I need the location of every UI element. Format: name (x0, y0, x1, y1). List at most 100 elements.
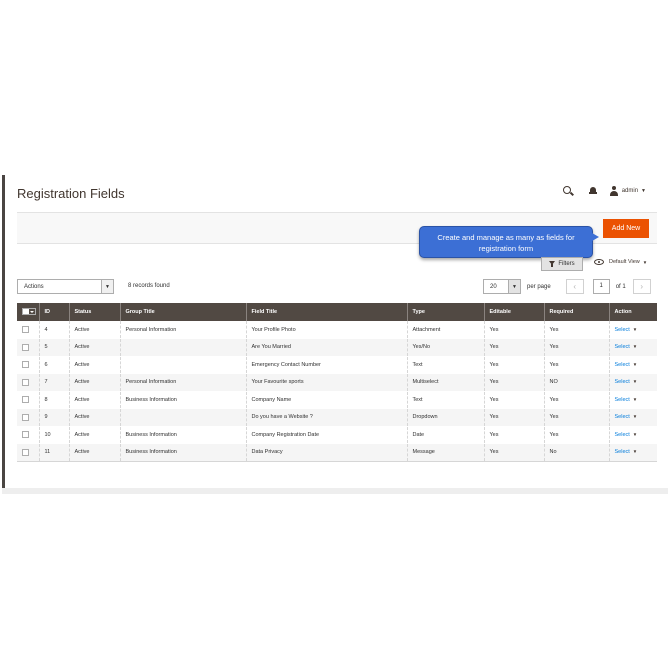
table-row: 10 Active Business Information Company R… (17, 426, 657, 444)
header-actions: admin ▼ (562, 185, 646, 197)
row-action-select[interactable]: Select ▼ (615, 449, 638, 455)
row-action-select[interactable]: Select ▼ (615, 362, 638, 368)
column-header-id[interactable]: ID (39, 303, 70, 321)
filters-button[interactable]: Filters (541, 257, 583, 271)
row-checkbox-cell (17, 338, 40, 357)
cell-action: Select ▼ (609, 321, 657, 339)
add-new-button[interactable]: Add New (603, 219, 649, 238)
page-title: Registration Fields (17, 186, 125, 201)
row-checkbox[interactable] (22, 396, 29, 404)
column-header-select[interactable] (17, 303, 40, 321)
registration-fields-grid: ID Status Group Title Field Title Type E… (17, 303, 657, 462)
table-row: 7 Active Personal Information Your Favou… (17, 373, 657, 392)
mass-select-checkbox[interactable] (22, 308, 36, 315)
cell-action: Select ▼ (609, 373, 657, 392)
table-row: 8 Active Business Information Company Na… (17, 391, 657, 409)
column-header-field-title[interactable]: Field Title (246, 303, 408, 321)
chevron-down-icon: ▼ (632, 414, 638, 420)
table-row: 4 Active Personal Information Your Profi… (17, 321, 657, 339)
filters-label: Filters (558, 261, 575, 267)
row-action-label: Select (614, 449, 630, 456)
cell-type: Yes/No (407, 338, 485, 357)
column-header-group-title[interactable]: Group Title (120, 303, 247, 321)
next-page-button[interactable]: › (632, 279, 651, 294)
row-action-label: Select (614, 361, 630, 368)
cell-status: Active (69, 356, 121, 374)
cell-action: Select ▼ (609, 338, 657, 357)
cell-group-title (120, 408, 247, 427)
cell-action: Select ▼ (609, 391, 657, 409)
row-action-select[interactable]: Select ▼ (615, 379, 638, 385)
row-checkbox[interactable] (22, 431, 29, 439)
cell-field-title: Do you have a Website ? (246, 408, 408, 427)
row-checkbox-cell (17, 373, 40, 392)
bell-icon[interactable] (588, 186, 598, 197)
row-checkbox[interactable] (22, 361, 29, 369)
chevron-down-icon: ▼ (641, 188, 646, 194)
view-switcher[interactable]: Default View ▼ (594, 259, 647, 265)
row-action-label: Select (614, 344, 630, 351)
row-action-select[interactable]: Select ▼ (615, 414, 638, 420)
cell-status: Active (69, 321, 121, 339)
row-checkbox[interactable] (22, 326, 29, 333)
cell-status: Active (69, 443, 121, 462)
eye-icon (594, 259, 604, 265)
grid-header-row: ID Status Group Title Field Title Type E… (17, 303, 657, 321)
cell-type: Dropdown (407, 408, 485, 427)
filter-icon (549, 261, 556, 267)
row-action-label: Select (614, 379, 630, 386)
user-menu[interactable]: admin ▼ (609, 186, 646, 196)
table-row: 6 Active Emergency Contact Number Text Y… (17, 356, 657, 374)
user-icon (609, 186, 618, 196)
cell-status: Active (69, 373, 121, 392)
row-checkbox[interactable] (22, 378, 29, 386)
cell-group-title: Personal Information (120, 373, 247, 392)
row-action-select[interactable]: Select ▼ (615, 397, 638, 403)
page-number-input[interactable]: 1 (592, 279, 610, 294)
row-checkbox-cell (17, 426, 40, 444)
cell-status: Active (69, 391, 121, 409)
cell-type: Attachment (407, 321, 485, 339)
cell-id: 6 (39, 356, 70, 374)
cell-editable: Yes (484, 443, 545, 462)
cell-field-title: Data Privacy (246, 443, 408, 462)
cell-group-title (120, 338, 247, 357)
cell-id: 5 (39, 338, 70, 357)
cell-id: 4 (39, 321, 70, 339)
cell-type: Message (407, 443, 485, 462)
row-checkbox-cell (17, 321, 40, 339)
column-header-editable[interactable]: Editable (484, 303, 545, 321)
row-checkbox[interactable] (22, 413, 29, 421)
chevron-down-icon: ▼ (632, 344, 638, 350)
row-action-select[interactable]: Select ▼ (615, 432, 638, 438)
chevron-down-icon: ▼ (632, 361, 638, 367)
chevron-down-icon: ▼ (632, 379, 638, 385)
row-checkbox[interactable] (22, 448, 29, 456)
cell-field-title: Company Name (246, 391, 408, 409)
row-action-select[interactable]: Select ▼ (615, 327, 638, 333)
column-header-type[interactable]: Type (407, 303, 485, 321)
cell-type: Multiselect (407, 373, 485, 392)
table-row: 9 Active Do you have a Website ? Dropdow… (17, 408, 657, 427)
cell-editable: Yes (484, 373, 545, 392)
mass-actions-select[interactable]: Actions ▼ (17, 279, 114, 294)
chevron-down-icon: ▼ (508, 280, 520, 293)
column-header-required[interactable]: Required (544, 303, 610, 321)
chevron-down-icon: ▼ (632, 449, 638, 455)
cell-id: 10 (39, 426, 70, 444)
cell-group-title (120, 356, 247, 374)
chevron-down-icon: ▼ (632, 396, 638, 402)
page-total: of 1 (615, 283, 626, 290)
per-page-select[interactable]: 20 ▼ (483, 279, 521, 294)
prev-page-button[interactable]: ‹ (565, 279, 584, 294)
per-page-value: 20 (490, 283, 497, 290)
cell-type: Text (407, 356, 485, 374)
column-header-status[interactable]: Status (69, 303, 121, 321)
cell-type: Date (407, 426, 485, 444)
search-icon[interactable] (562, 185, 574, 197)
row-checkbox[interactable] (22, 343, 29, 351)
admin-panel: Registration Fields admin ▼ Add New Crea… (2, 175, 668, 493)
row-action-select[interactable]: Select ▼ (615, 344, 638, 350)
cell-group-title: Business Information (120, 426, 247, 444)
cell-group-title: Business Information (120, 391, 247, 409)
